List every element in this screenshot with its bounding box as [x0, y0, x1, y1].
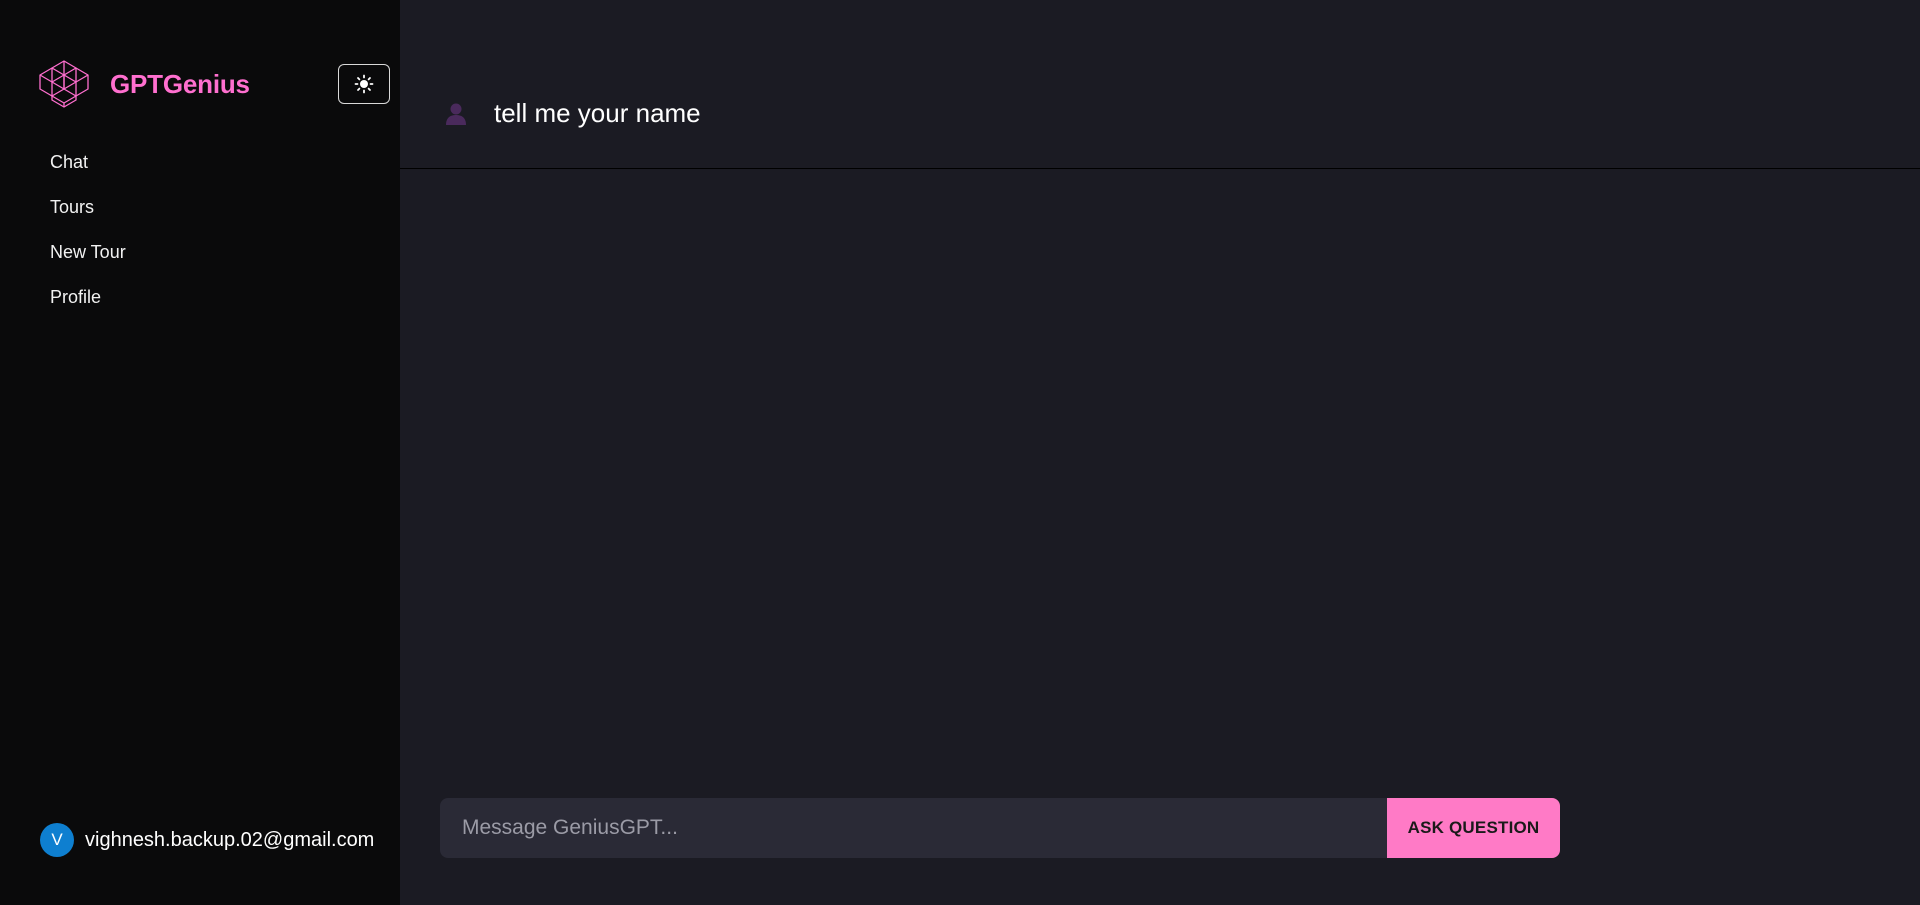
sun-icon: [354, 74, 374, 94]
app-root: GPTGenius Chat Tours New Tour Profile V: [0, 0, 1920, 905]
brand-logo-icon: [39, 60, 89, 108]
brand[interactable]: GPTGenius: [38, 59, 250, 109]
avatar: V: [40, 823, 74, 857]
ask-question-button[interactable]: ASK QUESTION: [1387, 798, 1560, 858]
user-icon: [446, 103, 466, 125]
sidebar: GPTGenius Chat Tours New Tour Profile V: [0, 0, 400, 905]
message-composer: ASK QUESTION: [440, 798, 1560, 858]
sidebar-item-chat[interactable]: Chat: [50, 147, 126, 192]
chat-message: tell me your name: [400, 0, 1920, 169]
sidebar-nav: Chat Tours New Tour Profile: [50, 147, 126, 327]
user-account[interactable]: V vighnesh.backup.02@gmail.com: [40, 823, 374, 857]
message-text: tell me your name: [494, 98, 701, 128]
message-input[interactable]: [440, 798, 1387, 858]
sidebar-item-new-tour[interactable]: New Tour: [50, 237, 126, 282]
sidebar-item-profile[interactable]: Profile: [50, 282, 126, 327]
chat-main: tell me your name ASK QUESTION: [400, 0, 1920, 905]
user-email: vighnesh.backup.02@gmail.com: [85, 828, 375, 851]
sidebar-item-tours[interactable]: Tours: [50, 192, 126, 237]
theme-toggle-button[interactable]: [338, 64, 390, 104]
brand-name: GPTGenius: [110, 68, 250, 99]
